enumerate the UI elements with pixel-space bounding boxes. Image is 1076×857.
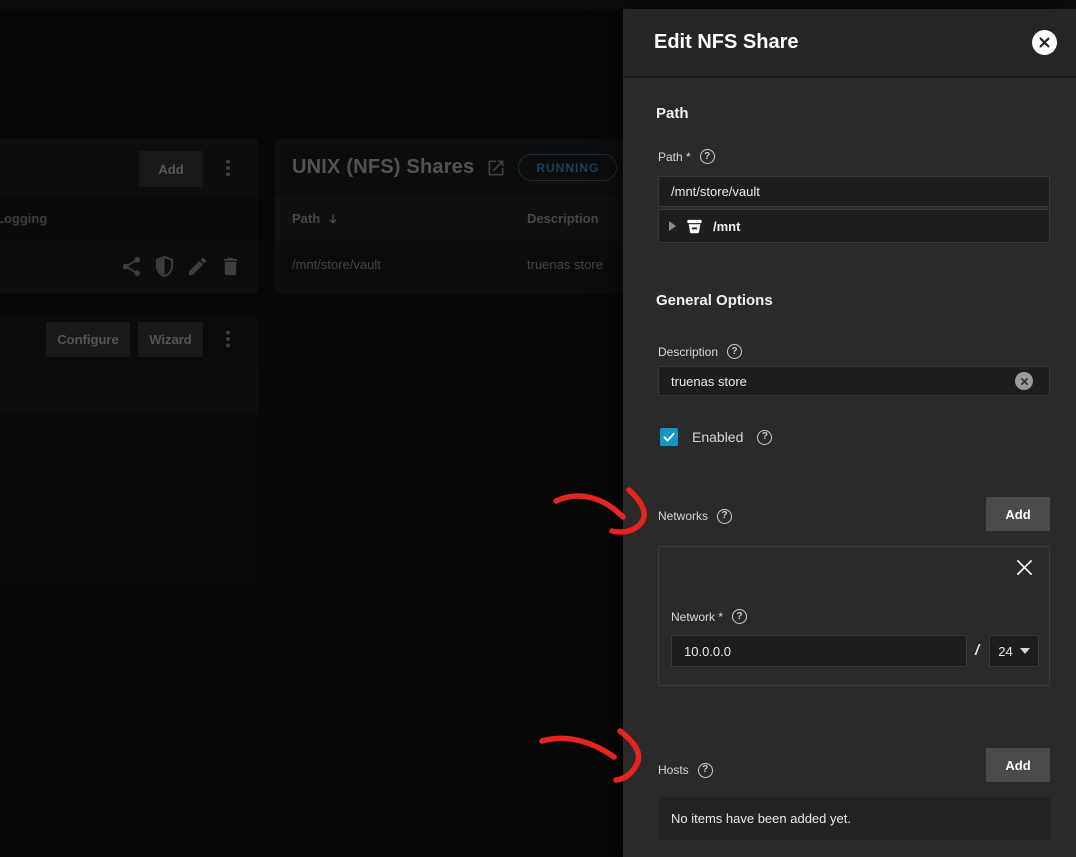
path-field-label-row: Path * xyxy=(658,149,715,164)
cidr-selected-value: 24 xyxy=(998,644,1012,659)
enabled-field-row: Enabled xyxy=(660,428,772,446)
path-input[interactable] xyxy=(658,176,1050,207)
path-section-heading: Path xyxy=(656,105,689,122)
description-field-label-row: Description xyxy=(658,344,742,359)
network-item-card: Network * / 24 xyxy=(658,546,1050,686)
panel-title: Edit NFS Share xyxy=(654,31,798,54)
networks-label: Networks xyxy=(658,509,708,523)
close-icon[interactable] xyxy=(1032,30,1057,55)
screen: Add Logging xyxy=(0,0,1076,857)
hosts-empty-message: No items have been added yet. xyxy=(658,797,1050,840)
edit-nfs-share-panel: Edit NFS Share Path Path * /mnt General … xyxy=(623,9,1076,857)
enabled-label: Enabled xyxy=(692,429,743,445)
chevron-down-icon xyxy=(1020,648,1030,654)
panel-header: Edit NFS Share xyxy=(623,9,1076,78)
clear-input-icon[interactable] xyxy=(1015,372,1033,390)
help-icon[interactable] xyxy=(700,149,715,164)
help-icon[interactable] xyxy=(717,509,732,524)
help-icon[interactable] xyxy=(698,763,713,778)
help-icon[interactable] xyxy=(732,609,747,624)
hosts-empty-state: No items have been added yet. xyxy=(658,797,1050,840)
add-network-button[interactable]: Add xyxy=(986,497,1050,531)
cidr-separator: / xyxy=(975,642,979,659)
tree-node-label: /mnt xyxy=(713,219,740,234)
remove-network-icon[interactable] xyxy=(1014,557,1035,578)
networks-list-header: Networks Add xyxy=(658,497,1050,531)
description-input[interactable] xyxy=(658,366,1050,396)
help-icon[interactable] xyxy=(727,344,742,359)
filesystem-tree-node[interactable]: /mnt xyxy=(658,209,1050,243)
enabled-checkbox[interactable] xyxy=(660,428,678,446)
dataset-icon xyxy=(685,217,704,236)
cidr-select[interactable]: 24 xyxy=(989,635,1039,667)
network-input[interactable] xyxy=(671,635,967,667)
add-host-button[interactable]: Add xyxy=(986,748,1050,782)
hosts-label: Hosts xyxy=(658,763,689,777)
description-field-label: Description xyxy=(658,345,718,359)
network-field-label: Network * xyxy=(671,610,723,624)
help-icon[interactable] xyxy=(757,430,772,445)
hosts-list-header: Hosts Add xyxy=(658,748,1050,782)
expand-tree-icon[interactable] xyxy=(669,221,676,231)
general-options-heading: General Options xyxy=(656,292,773,309)
path-field-label: Path * xyxy=(658,150,691,164)
network-field-label-row: Network * xyxy=(671,609,747,624)
